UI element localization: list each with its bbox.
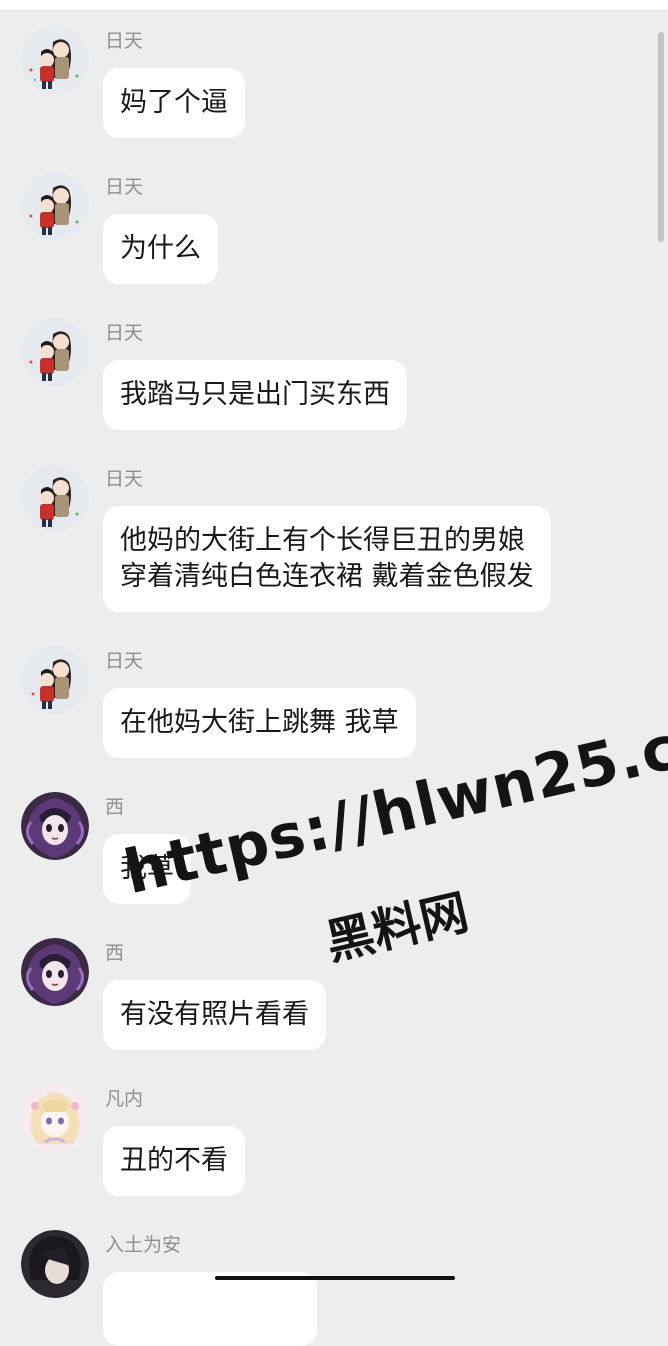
- message-text: 他妈的大街上有个长得巨丑的男娘: [120, 525, 525, 556]
- message-bubble[interactable]: 我踏马只是出门买东西: [103, 360, 407, 430]
- sender-name: 日天: [105, 176, 144, 198]
- message-bubble[interactable]: 妈了个逼: [103, 68, 245, 138]
- message-bubble[interactable]: [103, 1272, 317, 1346]
- avatar[interactable]: [21, 464, 89, 532]
- avatar[interactable]: [21, 318, 89, 386]
- message-bubble[interactable]: 在他妈大街上跳舞 我草: [103, 688, 416, 758]
- avatar[interactable]: [21, 792, 89, 860]
- avatar[interactable]: [21, 646, 89, 714]
- scrollbar[interactable]: [658, 32, 664, 242]
- avatar[interactable]: [21, 938, 89, 1006]
- sender-name: 日天: [105, 322, 144, 344]
- message-text: 为什么: [120, 233, 201, 264]
- message-text: 在他妈大街上跳舞 我草: [120, 707, 399, 738]
- message-text: 丑的不看: [120, 1145, 228, 1176]
- home-indicator[interactable]: [215, 1276, 455, 1280]
- avatar[interactable]: [21, 1230, 89, 1298]
- message-text: 有没有照片看看: [120, 999, 309, 1030]
- message-bubble[interactable]: 他妈的大街上有个长得巨丑的男娘 穿着清纯白色连衣裙 戴着金色假发: [103, 506, 551, 612]
- sender-name: 日天: [105, 650, 144, 672]
- sender-name: 日天: [105, 30, 144, 52]
- message-bubble[interactable]: 为什么: [103, 214, 218, 284]
- sender-name: 凡内: [105, 1088, 144, 1110]
- message-text: 我草: [120, 853, 174, 884]
- message-text: 我踏马只是出门买东西: [120, 379, 390, 410]
- message-text: 妈了个逼: [120, 87, 228, 118]
- sender-name: 西: [105, 796, 125, 818]
- avatar[interactable]: [21, 172, 89, 240]
- sender-name: 西: [105, 942, 125, 964]
- message-bubble[interactable]: 有没有照片看看: [103, 980, 326, 1050]
- message-bubble[interactable]: 丑的不看: [103, 1126, 245, 1196]
- sender-name: 日天: [105, 468, 144, 490]
- sender-name: 入土为安: [105, 1234, 182, 1256]
- avatar[interactable]: [21, 1084, 89, 1152]
- message-text: 穿着清纯白色连衣裙 戴着金色假发: [120, 561, 534, 592]
- message-bubble[interactable]: 我草: [103, 834, 191, 904]
- avatar[interactable]: [21, 26, 89, 94]
- chat-list[interactable]: 日天 妈了个逼 日天 为什么 日天 我踏马只是出门买东西 日天 他妈的大街上有个…: [0, 10, 668, 1346]
